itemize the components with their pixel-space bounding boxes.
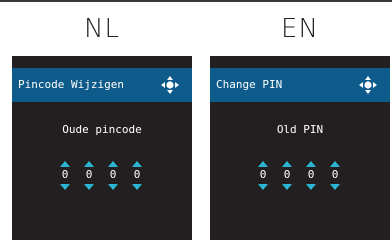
directional-pad-icon[interactable] xyxy=(160,75,180,95)
device-screen-en: Change PIN Old PIN 0 0 0 0 xyxy=(210,56,390,240)
pin-digit-value: 0 xyxy=(85,168,93,181)
decrement-arrow-icon[interactable] xyxy=(60,184,70,190)
screen-title: Pincode Wijzigen xyxy=(18,78,124,91)
decrement-arrow-icon[interactable] xyxy=(282,184,292,190)
increment-arrow-icon[interactable] xyxy=(84,161,94,167)
increment-arrow-icon[interactable] xyxy=(306,161,316,167)
pin-digits: 0 0 0 0 xyxy=(57,156,147,196)
decrement-arrow-icon[interactable] xyxy=(132,184,142,190)
screen-header: Change PIN xyxy=(210,68,390,102)
increment-arrow-icon[interactable] xyxy=(282,161,292,167)
pin-digit-value: 0 xyxy=(109,168,117,181)
directional-pad-icon[interactable] xyxy=(358,75,378,95)
pin-digit-value: 0 xyxy=(331,168,339,181)
pin-digit-2[interactable]: 0 xyxy=(279,156,295,196)
pin-digit-value: 0 xyxy=(307,168,315,181)
decrement-arrow-icon[interactable] xyxy=(108,184,118,190)
increment-arrow-icon[interactable] xyxy=(60,161,70,167)
pin-prompt: Oude pincode xyxy=(62,123,142,136)
pin-digit-value: 0 xyxy=(283,168,291,181)
pin-digit-2[interactable]: 0 xyxy=(81,156,97,196)
increment-arrow-icon[interactable] xyxy=(108,161,118,167)
screen-title: Change PIN xyxy=(216,78,283,91)
increment-arrow-icon[interactable] xyxy=(132,161,142,167)
device-screen-nl: Pincode Wijzigen Oude pincode 0 0 0 0 xyxy=(12,56,192,240)
pin-digit-4[interactable]: 0 xyxy=(129,156,145,196)
decrement-arrow-icon[interactable] xyxy=(258,184,268,190)
pin-digit-value: 0 xyxy=(133,168,141,181)
increment-arrow-icon[interactable] xyxy=(330,161,340,167)
increment-arrow-icon[interactable] xyxy=(258,161,268,167)
decrement-arrow-icon[interactable] xyxy=(84,184,94,190)
pin-prompt: Old PIN xyxy=(276,123,324,136)
pin-digits: 0 0 0 0 xyxy=(255,156,345,196)
pin-digit-value: 0 xyxy=(61,168,69,181)
screen-header: Pincode Wijzigen xyxy=(12,68,192,102)
language-label-en: EN xyxy=(281,14,319,44)
pin-digit-1[interactable]: 0 xyxy=(57,156,73,196)
decrement-arrow-icon[interactable] xyxy=(330,184,340,190)
language-label-nl: NL xyxy=(84,14,120,44)
top-divider xyxy=(0,0,392,2)
pin-digit-3[interactable]: 0 xyxy=(105,156,121,196)
pin-digit-4[interactable]: 0 xyxy=(327,156,343,196)
pin-digit-1[interactable]: 0 xyxy=(255,156,271,196)
pin-digit-3[interactable]: 0 xyxy=(303,156,319,196)
decrement-arrow-icon[interactable] xyxy=(306,184,316,190)
pin-digit-value: 0 xyxy=(259,168,267,181)
